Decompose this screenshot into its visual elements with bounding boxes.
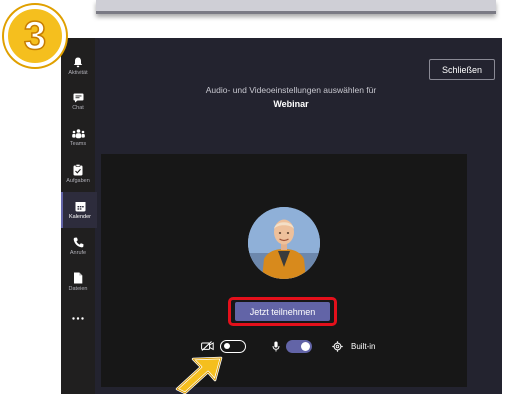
sidebar-item-label: Anrufe bbox=[69, 249, 87, 256]
background-window-edge bbox=[96, 0, 496, 14]
tasks-icon bbox=[73, 164, 83, 176]
sidebar-item-calendar[interactable]: Kalender bbox=[61, 192, 97, 228]
meeting-title: Webinar bbox=[273, 99, 309, 109]
sidebar-item-label: Aufgaben bbox=[66, 178, 90, 184]
file-icon bbox=[74, 272, 83, 284]
sidebar-item-chat[interactable]: Chat bbox=[61, 84, 95, 120]
sidebar-item-label: Dateien bbox=[68, 286, 88, 292]
calendar-icon bbox=[75, 201, 85, 211]
more-icon bbox=[72, 316, 84, 320]
gear-icon[interactable] bbox=[332, 340, 343, 352]
step-number-badge: 3 bbox=[4, 5, 66, 67]
pre-join-panel: Jetzt teilnehmen Built-in bbox=[101, 154, 467, 387]
sidebar-item-more[interactable] bbox=[61, 300, 95, 336]
sidebar-item-label: Teams bbox=[69, 141, 87, 147]
toggle-knob bbox=[224, 342, 230, 349]
sidebar-item-files[interactable]: Dateien bbox=[61, 264, 95, 300]
sidebar-item-label: Kalender bbox=[68, 213, 92, 220]
audio-device-label[interactable]: Built-in bbox=[351, 342, 375, 351]
camera-toggle[interactable] bbox=[220, 339, 246, 353]
step-number: 3 bbox=[23, 14, 47, 58]
sidebar-item-label: Chat bbox=[72, 105, 84, 111]
pointer-arrow-icon bbox=[175, 356, 223, 394]
sidebar-item-teams[interactable]: Teams bbox=[61, 120, 95, 156]
toggle-knob bbox=[301, 341, 310, 351]
join-now-button[interactable]: Jetzt teilnehmen bbox=[235, 302, 330, 321]
settings-subtitle: Audio- und Videoeinstellungen auswählen … bbox=[205, 85, 377, 95]
avatar-photo bbox=[248, 207, 320, 279]
phone-icon bbox=[73, 237, 83, 247]
sidebar-item-calls[interactable]: Anrufe bbox=[61, 228, 95, 264]
teams-window: Aktivität Chat Teams Aufgaben Kalender A… bbox=[61, 38, 502, 394]
join-button-highlight: Jetzt teilnehmen bbox=[228, 297, 337, 326]
sidebar-item-tasks[interactable]: Aufgaben bbox=[61, 156, 95, 192]
app-bar: Aktivität Chat Teams Aufgaben Kalender A… bbox=[61, 38, 97, 394]
chat-icon bbox=[73, 93, 83, 103]
teams-icon bbox=[71, 129, 85, 139]
sidebar-item-activity[interactable]: Aktivität bbox=[61, 48, 95, 84]
avatar bbox=[248, 207, 320, 279]
bell-icon bbox=[73, 57, 83, 67]
microphone-icon bbox=[272, 341, 280, 351]
close-button[interactable]: Schließen bbox=[429, 59, 495, 80]
sidebar-item-label: Aktivität bbox=[68, 69, 88, 76]
camera-off-icon bbox=[201, 341, 214, 351]
microphone-toggle[interactable] bbox=[286, 339, 312, 353]
device-controls: Built-in bbox=[201, 338, 375, 354]
